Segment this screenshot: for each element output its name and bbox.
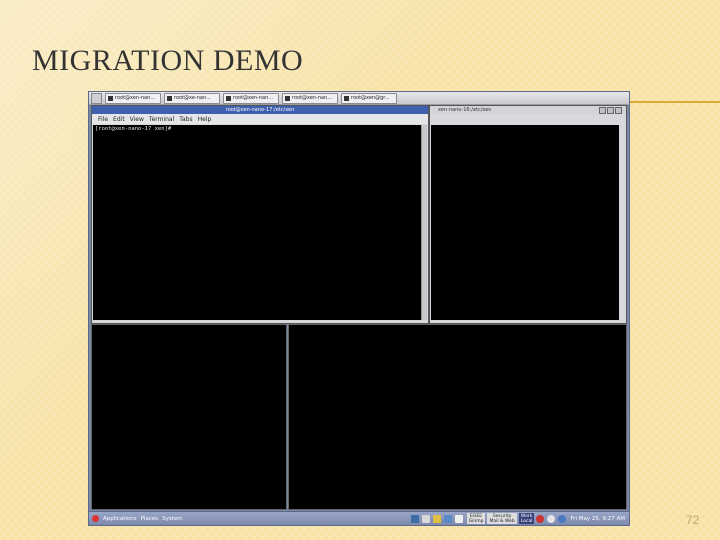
taskbar-button-5[interactable]: root@xen@gr... (341, 92, 397, 104)
page-number: 72 (686, 513, 700, 527)
terminal-icon (226, 95, 231, 101)
terminal-window-main[interactable]: root@xen-nano-17:/etc/xen File Edit View… (91, 105, 429, 324)
terminal-menubar: File Edit View Terminal Tabs Help (92, 114, 428, 124)
maximize-icon[interactable] (607, 107, 614, 114)
taskbar-button-label: root@xen-nan... (292, 94, 333, 101)
notes-launcher-icon[interactable] (454, 514, 463, 523)
taskbar-button-label: root@xen@gr... (351, 94, 390, 101)
bottom-panel: Applications Places System EGEE Ginmp Sec… (89, 511, 629, 525)
terminal-window-bottom-left[interactable] (91, 324, 287, 510)
clock[interactable]: Fri May 25, 9:27 AM (570, 516, 625, 522)
taskbar-button-label: root@xen-nan... (115, 94, 156, 101)
menu-terminal[interactable]: Terminal (149, 116, 174, 123)
terminal-icon (344, 95, 349, 101)
taskbar-button-4[interactable]: root@xen-nan... (282, 92, 338, 104)
menu-view[interactable]: View (130, 116, 144, 123)
window-title: root@xen-nano-17:/etc/xen (92, 106, 428, 114)
window-title: xen-nano-16:/etc/xen (430, 106, 626, 114)
browser-launcher-icon[interactable] (421, 514, 430, 523)
terminal-icon (167, 95, 172, 101)
accent-line (630, 101, 720, 103)
top-taskbar: root@xen-nan... root@xe-nan... root@xen-… (89, 92, 629, 105)
update-icon[interactable] (536, 514, 545, 523)
taskbar-button-1[interactable]: root@xen-nan... (105, 92, 161, 104)
editor-launcher-icon[interactable] (443, 514, 452, 523)
network-icon[interactable] (547, 514, 556, 523)
system-menu[interactable]: System (162, 516, 183, 522)
taskbar-button-2[interactable]: root@xe-nan... (164, 92, 220, 104)
applications-menu[interactable]: Applications (103, 516, 137, 522)
workspace-button-egee[interactable]: EGEE Ginmp (466, 513, 486, 524)
menu-edit[interactable]: Edit (113, 116, 125, 123)
minimize-icon[interactable] (599, 107, 606, 114)
taskbar-button-label: root@xe-nan... (174, 94, 211, 101)
workspace-sublabel: Mail & Web (489, 518, 515, 524)
window-controls (599, 107, 622, 114)
workspace-sublabel: Ginmp (468, 518, 484, 524)
terminal-window-bottom-right[interactable] (288, 324, 627, 510)
terminal-icon (285, 95, 290, 101)
show-desktop-icon[interactable] (91, 92, 102, 104)
terminal-launcher-icon[interactable] (410, 514, 419, 523)
scrollbar[interactable] (421, 125, 427, 320)
system-tray (536, 514, 567, 523)
slide-title: MIGRATION DEMO (32, 44, 304, 77)
desktop-screenshot: root@xen-nan... root@xe-nan... root@xen-… (89, 92, 629, 525)
mail-launcher-icon[interactable] (432, 514, 441, 523)
launcher-icons (410, 514, 463, 523)
places-menu[interactable]: Places (141, 516, 159, 522)
terminal-window-right[interactable]: xen-nano-16:/etc/xen (429, 105, 627, 324)
menu-help[interactable]: Help (198, 116, 212, 123)
shell-prompt: [root@xen-nano-17 xen]# (95, 126, 172, 132)
workspace-sublabel: Local (520, 518, 533, 524)
workspace-button-work[interactable]: Work Local (518, 513, 535, 524)
terminal-icon (108, 95, 113, 101)
volume-icon[interactable] (558, 514, 567, 523)
terminal-output[interactable]: [root@xen-nano-17 xen]# (93, 125, 423, 320)
taskbar-button-label: root@xen-nan... (233, 94, 274, 101)
taskbar-button-3[interactable]: root@xen-nan... (223, 92, 279, 104)
menu-tabs[interactable]: Tabs (179, 116, 192, 123)
close-icon[interactable] (615, 107, 622, 114)
menu-file[interactable]: File (98, 116, 108, 123)
terminal-output[interactable] (431, 125, 619, 320)
workspace-button-security[interactable]: Security Mail & Web (487, 513, 517, 524)
foot-logo-icon (92, 515, 99, 522)
